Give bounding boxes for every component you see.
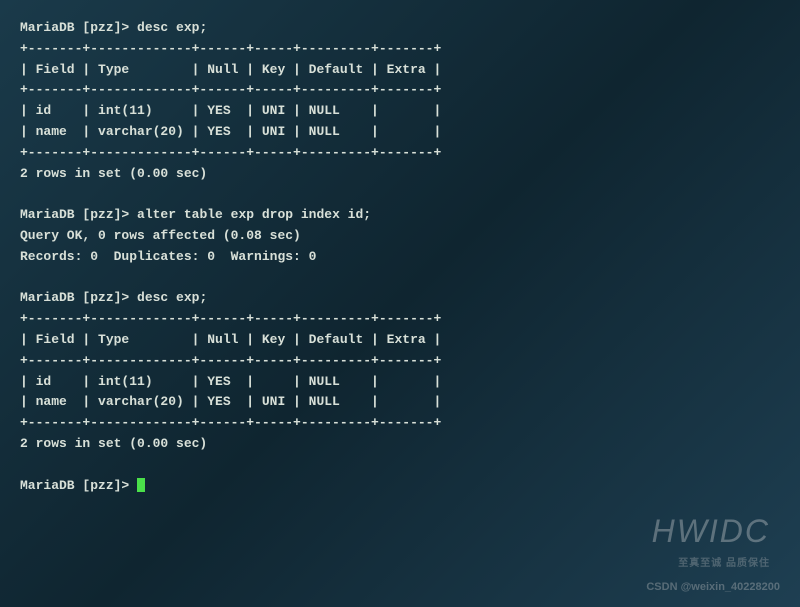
- table-row: | name | varchar(20) | YES | UNI | NULL …: [20, 124, 441, 139]
- result-summary: 2 rows in set (0.00 sec): [20, 436, 207, 451]
- sql-command: desc exp;: [137, 20, 207, 35]
- db-prompt: MariaDB [pzz]>: [20, 478, 137, 493]
- table-border: +-------+-------------+------+-----+----…: [20, 353, 441, 368]
- watermark-attribution: CSDN @weixin_40228200: [646, 579, 780, 597]
- db-prompt: MariaDB [pzz]>: [20, 207, 137, 222]
- table-header: | Field | Type | Null | Key | Default | …: [20, 62, 441, 77]
- query-result: Query OK, 0 rows affected (0.08 sec): [20, 228, 301, 243]
- terminal-output[interactable]: MariaDB [pzz]> desc exp; +-------+------…: [20, 18, 780, 496]
- sql-command: desc exp;: [137, 290, 207, 305]
- query-stats: Records: 0 Duplicates: 0 Warnings: 0: [20, 249, 316, 264]
- table-border: +-------+-------------+------+-----+----…: [20, 145, 441, 160]
- table-row: | id | int(11) | YES | UNI | NULL | |: [20, 103, 441, 118]
- watermark-brand: HWIDC: [652, 506, 770, 557]
- db-prompt: MariaDB [pzz]>: [20, 290, 137, 305]
- sql-command: alter table exp drop index id;: [137, 207, 371, 222]
- table-row: | id | int(11) | YES | | NULL | |: [20, 374, 441, 389]
- table-border: +-------+-------------+------+-----+----…: [20, 311, 441, 326]
- table-border: +-------+-------------+------+-----+----…: [20, 41, 441, 56]
- table-border: +-------+-------------+------+-----+----…: [20, 415, 441, 430]
- table-row: | name | varchar(20) | YES | UNI | NULL …: [20, 394, 441, 409]
- db-prompt: MariaDB [pzz]>: [20, 20, 137, 35]
- cursor-icon: [137, 478, 145, 492]
- watermark-slogan: 至真至诚 品质保住: [678, 556, 770, 572]
- result-summary: 2 rows in set (0.00 sec): [20, 166, 207, 181]
- table-header: | Field | Type | Null | Key | Default | …: [20, 332, 441, 347]
- table-border: +-------+-------------+------+-----+----…: [20, 82, 441, 97]
